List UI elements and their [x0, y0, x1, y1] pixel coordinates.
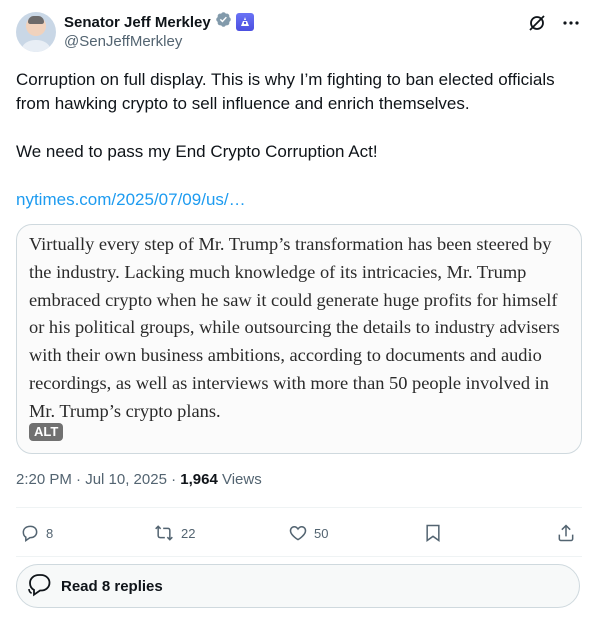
post-text: Corruption on full display. This is why …: [16, 70, 555, 161]
grok-icon[interactable]: [526, 12, 548, 34]
reply-icon: [20, 523, 40, 543]
article-link[interactable]: nytimes.com/2025/07/09/us/…: [16, 188, 246, 212]
post-image[interactable]: Virtually every step of Mr. Trump’s tran…: [16, 224, 582, 454]
like-button[interactable]: 50: [288, 520, 328, 546]
read-replies-button[interactable]: Read 8 replies: [16, 564, 580, 608]
share-icon: [556, 523, 576, 543]
bookmark-icon: [423, 523, 443, 543]
replies-bubble-icon: [27, 571, 53, 602]
views-count: 1,964: [180, 471, 218, 488]
header-actions: [526, 12, 582, 34]
bookmark-button[interactable]: [423, 520, 443, 546]
heart-icon: [288, 523, 308, 543]
post-header: Senator Jeff Merkley @SenJeffMerkley: [16, 12, 582, 52]
avatar[interactable]: [16, 12, 56, 52]
author-name[interactable]: Senator Jeff Merkley: [64, 14, 211, 31]
government-badge-icon: [235, 13, 254, 31]
more-icon[interactable]: [560, 12, 582, 34]
like-count: 50: [314, 525, 329, 541]
author-handle[interactable]: @SenJeffMerkley: [64, 33, 182, 50]
divider: [16, 507, 582, 508]
reply-count: 8: [46, 525, 54, 541]
share-button[interactable]: [556, 520, 576, 546]
repost-icon: [153, 523, 175, 543]
repost-button[interactable]: 22: [153, 520, 195, 546]
read-replies-label: Read 8 replies: [61, 577, 163, 595]
alt-badge[interactable]: ALT: [29, 423, 64, 441]
reply-button[interactable]: 8: [20, 520, 53, 546]
author-name-row: Senator Jeff Merkley: [64, 12, 254, 32]
verified-badge-icon: [215, 11, 232, 33]
quoted-article-excerpt: Virtually every step of Mr. Trump’s tran…: [29, 234, 560, 421]
views-label: Views: [217, 471, 262, 488]
divider: [16, 556, 582, 557]
repost-count: 22: [181, 525, 196, 541]
action-bar: 8 22 50: [16, 520, 582, 546]
post-meta: 2:20 PM · Jul 10, 2025 · 1,964 Views: [16, 471, 262, 488]
post-timestamp[interactable]: 2:20 PM · Jul 10, 2025 ·: [16, 471, 180, 488]
